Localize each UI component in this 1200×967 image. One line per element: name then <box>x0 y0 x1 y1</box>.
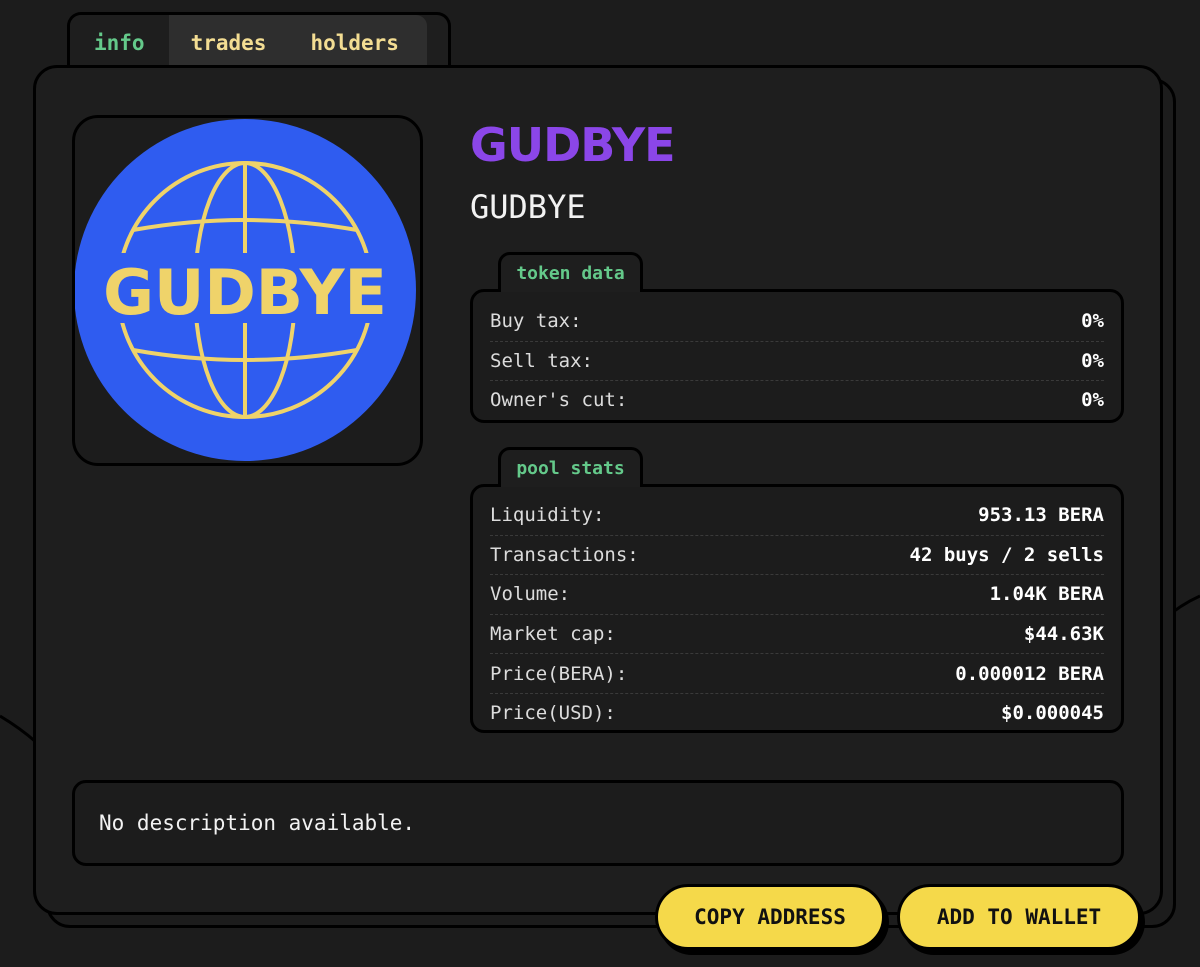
stat-row-price-bera: Price(BERA): 0.000012 BERA <box>490 654 1104 694</box>
tab-bar: info trades holders <box>67 12 451 70</box>
token-logo: GUDBYE <box>72 115 423 466</box>
copy-address-button[interactable]: COPY ADDRESS <box>655 884 885 950</box>
stat-row-liquidity: Liquidity: 953.13 BERA <box>490 496 1104 536</box>
stat-key: Volume: <box>490 583 571 606</box>
stat-row-market-cap: Market cap: $44.63K <box>490 615 1104 655</box>
tab-holders[interactable]: holders <box>288 15 427 70</box>
stat-row-owners-cut: Owner's cut: 0% <box>490 381 1104 420</box>
stat-row-transactions: Transactions: 42 buys / 2 sells <box>490 536 1104 576</box>
stat-value: 1.04K BERA <box>989 583 1104 606</box>
stat-value: $44.63K <box>1023 623 1104 646</box>
token-data-box: Buy tax: 0% Sell tax: 0% Owner's cut: 0% <box>470 289 1124 423</box>
globe-logo-icon: GUDBYE <box>75 119 416 461</box>
stat-value: 953.13 BERA <box>978 504 1104 527</box>
add-to-wallet-button[interactable]: ADD TO WALLET <box>897 884 1141 950</box>
stat-key: Sell tax: <box>490 349 593 372</box>
stat-row-buy-tax: Buy tax: 0% <box>490 302 1104 342</box>
stat-value: 0.000012 BERA <box>955 662 1104 685</box>
stat-row-price-usd: Price(USD): $0.000045 <box>490 694 1104 733</box>
stat-key: Buy tax: <box>490 310 582 333</box>
stat-value: 42 buys / 2 sells <box>909 543 1104 566</box>
stat-key: Market cap: <box>490 623 616 646</box>
pool-stats-label: pool stats <box>498 447 643 487</box>
stat-value: 0% <box>1081 389 1104 412</box>
description-box: No description available. <box>72 780 1124 866</box>
token-name: GUDBYE <box>470 118 676 172</box>
pool-stats-box: Liquidity: 953.13 BERA Transactions: 42 … <box>470 484 1124 733</box>
stat-value: $0.000045 <box>1001 702 1104 725</box>
stat-row-volume: Volume: 1.04K BERA <box>490 575 1104 615</box>
stat-value: 0% <box>1081 349 1104 372</box>
stat-key: Price(BERA): <box>490 662 628 685</box>
tab-trades[interactable]: trades <box>168 15 289 70</box>
stat-value: 0% <box>1081 310 1104 333</box>
tab-info[interactable]: info <box>70 15 169 70</box>
stat-key: Price(USD): <box>490 702 616 725</box>
description-text: No description available. <box>99 811 416 835</box>
stat-key: Owner's cut: <box>490 389 628 412</box>
token-symbol: GUDBYE <box>470 188 586 226</box>
stat-row-sell-tax: Sell tax: 0% <box>490 342 1104 382</box>
stat-key: Transactions: <box>490 543 639 566</box>
token-data-label: token data <box>498 252 643 292</box>
logo-text: GUDBYE <box>103 256 387 329</box>
stat-key: Liquidity: <box>490 504 605 527</box>
